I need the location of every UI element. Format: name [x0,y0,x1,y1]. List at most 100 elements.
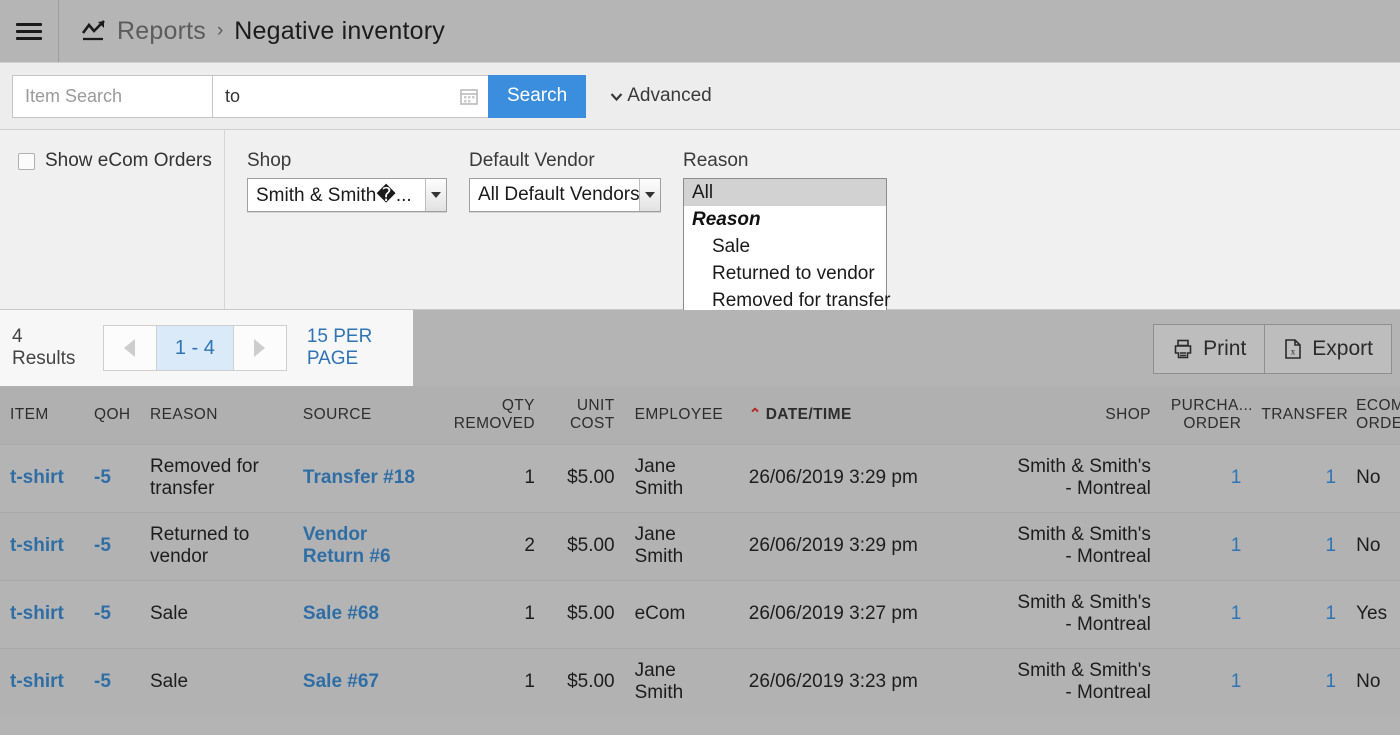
breadcrumb: Reports › Negative inventory [59,0,445,62]
filter-vendor-column: Default Vendor All Default Vendors [447,130,661,309]
column-header-purchase-order[interactable]: PURCHA... ORDER [1160,386,1252,444]
table-row[interactable]: t-shirt -5 Sale Sale #68 1 $5.00 eCom 26… [0,579,1400,648]
breadcrumb-root[interactable]: Reports [117,17,206,46]
default-vendor-select-value: All Default Vendors [478,184,639,205]
cell-qoh[interactable]: -5 [94,535,111,556]
reason-option-returned-to-vendor[interactable]: Returned to vendor [684,260,886,287]
show-ecom-orders-checkbox[interactable] [18,152,35,170]
cell-purchase-order[interactable]: 1 [1231,603,1242,624]
advanced-label: Advanced [627,85,712,106]
cell-datetime: 26/06/2019 3:29 pm [738,511,1004,580]
cell-datetime: 26/06/2019 3:23 pm [738,647,1004,716]
cell-employee: Jane Smith [624,647,739,716]
column-header-item[interactable]: ITEM [0,386,84,444]
cell-item[interactable]: t-shirt [10,467,64,488]
cell-purchase-order[interactable]: 1 [1231,671,1242,692]
prev-page-button[interactable] [102,325,157,371]
cell-qoh[interactable]: -5 [94,671,111,692]
column-header-employee[interactable]: EMPLOYEE [624,386,739,444]
default-vendor-select[interactable]: All Default Vendors [469,178,661,212]
svg-text:x: x [1291,347,1296,357]
search-field-group: Search [12,74,587,118]
cell-transfer[interactable]: 1 [1326,671,1337,692]
column-header-qty-removed[interactable]: QTY REMOVED [432,386,545,444]
column-header-transfer[interactable]: TRANSFER [1251,386,1348,444]
column-header-shop[interactable]: SHOP [1003,386,1161,444]
show-ecom-orders-row[interactable]: Show eCom Orders [18,150,224,172]
cell-unit-cost: $5.00 [544,579,625,648]
cell-source[interactable]: Sale #68 [303,603,379,624]
cell-purchase-order[interactable]: 1 [1231,535,1242,556]
toolbar-actions: Print x Export [1153,324,1392,374]
table-row[interactable]: t-shirt -5 Returned to vendor Vendor Ret… [0,511,1400,580]
item-search-input[interactable] [12,74,212,118]
page-title: Negative inventory [234,16,445,45]
column-header-source[interactable]: SOURCE [292,386,433,444]
cell-ecom-order: No [1346,443,1400,512]
default-vendor-select-arrow-icon [638,179,660,211]
cell-shop: Smith & Smith's - Montreal [1003,579,1161,648]
app-header: Reports › Negative inventory [0,0,1400,62]
search-bar: Search Advanced [0,62,1400,130]
print-button[interactable]: Print [1153,324,1266,374]
cell-transfer[interactable]: 1 [1326,535,1337,556]
table-row[interactable]: t-shirt -5 Sale Sale #67 1 $5.00 Jane Sm… [0,647,1400,716]
cell-transfer[interactable]: 1 [1326,467,1337,488]
page-range-indicator[interactable]: 1 - 4 [156,325,233,371]
negative-inventory-table: ITEM QOH REASON SOURCE QTY REMOVED UNIT … [0,386,1400,716]
cell-reason: Removed for transfer [140,443,293,512]
vendor-filter-label: Default Vendor [469,150,595,171]
cell-item[interactable]: t-shirt [10,535,64,556]
cell-item[interactable]: t-shirt [10,671,64,692]
cell-transfer[interactable]: 1 [1326,603,1337,624]
per-page-selector[interactable]: 15 PER PAGE [307,326,413,370]
show-ecom-orders-label: Show eCom Orders [45,150,212,171]
column-header-unit-cost[interactable]: UNIT COST [544,386,625,444]
column-header-datetime-label: DATE/TIME [765,406,852,424]
cell-item[interactable]: t-shirt [10,603,64,624]
column-header-datetime[interactable]: ⌃ DATE/TIME [738,386,1004,444]
cell-reason: Returned to vendor [140,511,293,580]
spreadsheet-file-icon: x [1285,339,1302,359]
cell-ecom-order: Yes [1346,579,1400,648]
cell-qoh[interactable]: -5 [94,467,111,488]
cell-qty-removed: 1 [432,443,545,512]
cell-source[interactable]: Vendor Return #6 [303,524,391,567]
advanced-toggle[interactable]: Advanced [608,85,712,107]
pagination-controls: 1 - 4 [102,325,287,371]
cell-reason: Sale [140,647,293,716]
cell-unit-cost: $5.00 [544,511,625,580]
filter-panel: Show eCom Orders Shop Smith & Smith�... … [0,130,1400,321]
triangle-right-icon [254,339,266,357]
reason-option-all[interactable]: All [684,179,886,206]
search-button[interactable]: Search [488,74,587,118]
date-range-field[interactable] [212,74,488,118]
cell-qoh[interactable]: -5 [94,603,111,624]
hamburger-menu-button[interactable] [0,0,59,62]
reason-option-sale[interactable]: Sale [684,233,886,260]
next-page-button[interactable] [232,325,287,371]
date-range-input[interactable] [213,85,488,107]
table-header: ITEM QOH REASON SOURCE QTY REMOVED UNIT … [0,386,1400,444]
filter-shop-column: Shop Smith & Smith�... [225,130,447,309]
column-header-ecom-order[interactable]: ECOM ORDER [1346,386,1400,444]
column-header-qoh[interactable]: QOH [84,386,140,444]
triangle-left-icon [124,339,136,357]
cell-source[interactable]: Sale #67 [303,671,379,692]
shop-select[interactable]: Smith & Smith�... [247,178,447,212]
cell-purchase-order[interactable]: 1 [1231,467,1242,488]
calendar-icon[interactable] [460,87,478,105]
reason-listbox[interactable]: All Reason Sale Returned to vendor Remov… [683,178,890,321]
cell-unit-cost: $5.00 [544,443,625,512]
filter-reason-column: Reason All Reason Sale Returned to vendo… [661,130,890,321]
results-pagination-panel: 4 Results 1 - 4 15 PER PAGE [0,310,413,386]
cell-unit-cost: $5.00 [544,647,625,716]
export-button[interactable]: x Export [1265,324,1392,374]
table-body: t-shirt -5 Removed for transfer Transfer… [0,443,1400,716]
cell-qty-removed: 2 [432,511,545,580]
cell-source[interactable]: Transfer #18 [303,467,415,488]
hamburger-icon [16,19,42,44]
table-row[interactable]: t-shirt -5 Removed for transfer Transfer… [0,443,1400,512]
column-header-reason[interactable]: REASON [140,386,293,444]
cell-shop: Smith & Smith's - Montreal [1003,443,1161,512]
